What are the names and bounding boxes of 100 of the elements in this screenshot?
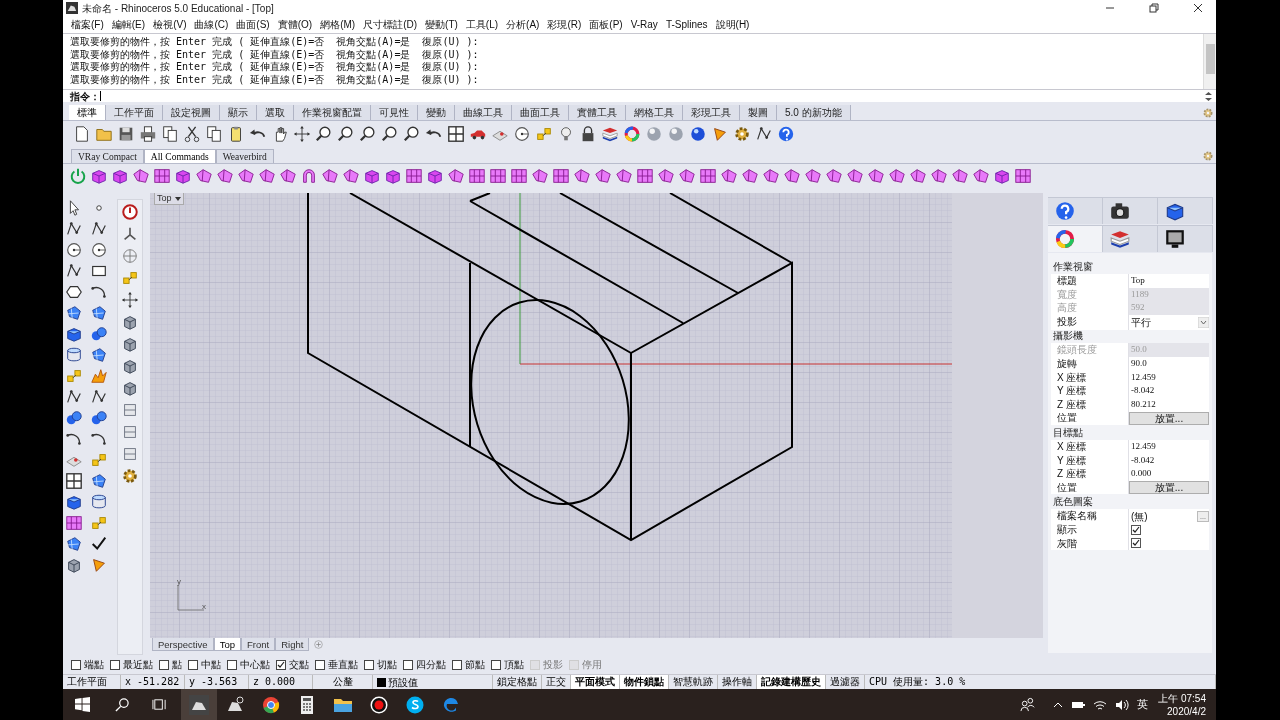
windows-icon[interactable] [75,697,90,712]
checkbox[interactable] [452,659,462,670]
status-toggle[interactable]: 記錄建構歷史 [757,675,826,689]
surface-icon[interactable] [216,167,234,185]
surface-icon[interactable] [846,167,864,185]
volume-icon[interactable] [1115,698,1130,711]
mesh-icon[interactable] [468,167,486,185]
checkbox[interactable] [159,659,169,670]
property-value[interactable]: Top [1129,274,1145,288]
menu-item[interactable]: 曲線(C) [190,17,233,32]
toolbar-tab[interactable]: 工作平面 [106,105,163,120]
surface-icon[interactable] [594,167,612,185]
surface-icon[interactable] [195,167,213,185]
power-icon[interactable] [121,203,139,221]
spheres-icon[interactable] [65,409,83,427]
nodes-icon[interactable] [65,367,83,385]
menu-item[interactable]: 分析(A) [502,17,544,32]
checkbox[interactable] [364,659,374,670]
viewport-tab[interactable]: Front [240,638,276,651]
viewport[interactable]: Top y x [150,193,1043,638]
surface-icon[interactable] [783,167,801,185]
nodes-icon[interactable] [121,269,139,287]
cube-icon[interactable] [65,556,83,574]
surface-icon[interactable] [90,304,108,322]
toolbar-tab[interactable]: 選取 [257,105,294,120]
gear-icon[interactable] [1202,107,1214,119]
surface-icon[interactable] [930,167,948,185]
cube-icon[interactable] [993,167,1011,185]
menu-item[interactable]: 彩現(R) [543,17,586,32]
circle-icon[interactable] [513,124,531,143]
surface-icon[interactable] [573,167,591,185]
color-wheel-icon[interactable] [623,124,641,143]
toolbar-tab[interactable]: 實體工具 [569,105,626,120]
grid-icon[interactable] [447,124,465,143]
menu-item[interactable]: V-Ray [626,17,662,32]
checkmark-icon[interactable] [90,535,108,553]
checkbox[interactable] [276,659,286,670]
viewport-tab[interactable]: Perspective [152,638,214,651]
menu-item[interactable]: 面板(P) [585,17,627,32]
wifi-icon[interactable] [1093,698,1108,711]
menu-item[interactable]: 說明(H) [711,17,754,32]
arch-icon[interactable] [300,167,318,185]
checkbox[interactable] [1131,524,1141,535]
surface-icon[interactable] [804,167,822,185]
copy-icon[interactable] [161,124,179,143]
surface-icon[interactable] [321,167,339,185]
camera-icon[interactable] [1109,200,1131,222]
menu-item[interactable]: 尺寸標註(D) [359,17,422,32]
circle-icon[interactable] [90,241,108,259]
menu-item[interactable]: 編輯(E) [107,17,150,32]
toolbar-tab[interactable]: 製圖 [740,105,777,120]
dropdown[interactable]: 平行 [1129,314,1209,330]
cylinder-icon[interactable] [65,346,83,364]
cube-icon[interactable] [174,167,192,185]
cube-icon[interactable] [65,493,83,511]
toolbar-tab[interactable]: 變動 [418,105,455,120]
zoom-icon[interactable] [315,124,333,143]
surface-icon[interactable] [972,167,990,185]
document-icon[interactable] [73,124,91,143]
surface-icon[interactable] [342,167,360,185]
plane-icon[interactable] [121,445,139,463]
zoom-icon[interactable] [403,124,421,143]
surface-icon[interactable] [615,167,633,185]
cone-icon[interactable] [90,556,108,574]
checkbox[interactable] [227,659,237,670]
surface-icon[interactable] [762,167,780,185]
surface-icon[interactable] [888,167,906,185]
help-icon[interactable] [1054,200,1076,222]
surface-icon[interactable] [258,167,276,185]
toolbar-tab[interactable]: VRay Compact [71,149,144,163]
chat-icon[interactable] [405,694,425,715]
copy-icon[interactable] [205,124,223,143]
viewport-tab[interactable]: Top [213,638,241,651]
printer-icon[interactable] [139,124,157,143]
cube-icon[interactable] [363,167,381,185]
search-icon[interactable] [115,697,130,712]
surface-icon[interactable] [65,535,83,553]
status-toggle[interactable]: 平面模式 [571,675,620,689]
arrows-icon[interactable] [121,291,139,309]
help-icon[interactable] [777,124,795,143]
surface-icon[interactable] [65,304,83,322]
viewport-title[interactable]: Top [154,193,184,205]
mesh-icon[interactable] [699,167,717,185]
toolbar-tab[interactable]: All Commands [143,149,216,163]
surface-icon[interactable] [951,167,969,185]
toolbar-tab[interactable]: 彩現工具 [683,105,740,120]
toolbar-tab[interactable]: 可見性 [371,105,418,120]
toolbar-tab[interactable]: 標準 [69,105,106,120]
scrollbar[interactable] [1203,34,1216,89]
layers-icon[interactable] [1109,228,1131,250]
mesh-icon[interactable] [1014,167,1032,185]
toolbar-tab[interactable]: 網格工具 [626,105,683,120]
cube-icon[interactable] [384,167,402,185]
checkbox[interactable] [188,659,198,670]
menu-item[interactable]: 檔案(F) [67,17,108,32]
cube-icon[interactable] [121,313,139,331]
menu-item[interactable]: 檢視(V) [149,17,191,32]
surface-icon[interactable] [279,167,297,185]
toolbar-tab[interactable]: 曲面工具 [512,105,569,120]
mesh-icon[interactable] [489,167,507,185]
